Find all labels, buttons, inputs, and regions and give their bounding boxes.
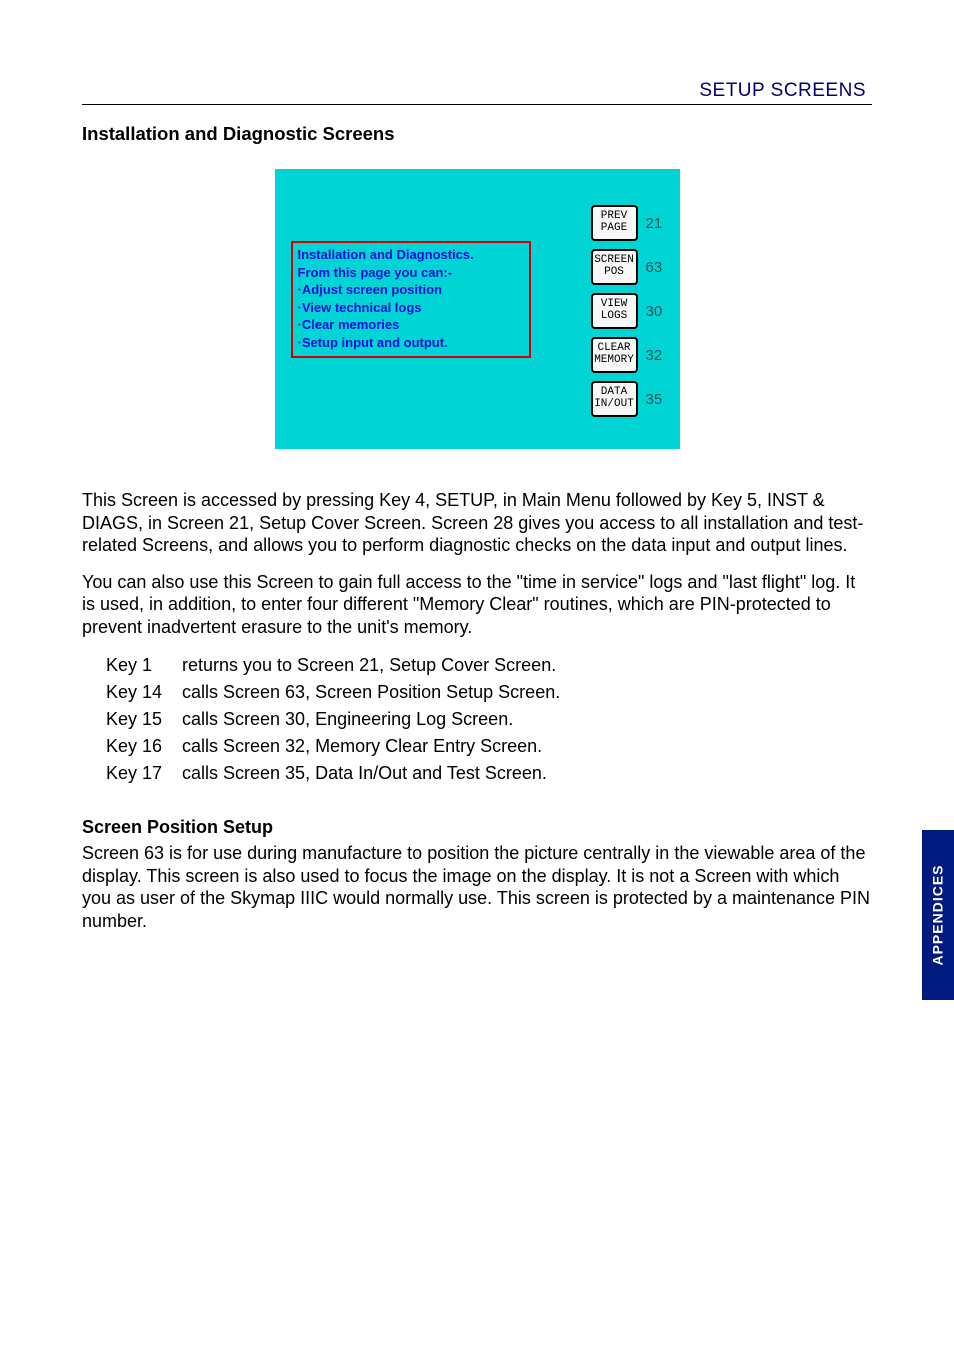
device-frame: Installation and Diagnostics. From this … bbox=[275, 169, 680, 449]
soft-button-column: PREV PAGE 21 SCREEN POS 63 VIEW LOGS bbox=[591, 205, 668, 417]
key-row: Key 1 returns you to Screen 21, Setup Co… bbox=[106, 652, 872, 679]
info-line: ·Adjust screen position bbox=[298, 281, 524, 299]
screen-number: 35 bbox=[646, 391, 668, 408]
section-heading: Installation and Diagnostic Screens bbox=[82, 123, 872, 145]
key-desc: calls Screen 32, Memory Clear Entry Scre… bbox=[182, 733, 542, 760]
soft-button-row: DATA IN/OUT 35 bbox=[591, 381, 668, 417]
key-label: Key 14 bbox=[106, 679, 172, 706]
side-tab-label: APPENDICES bbox=[930, 864, 946, 965]
sub-heading: Screen Position Setup bbox=[82, 817, 872, 838]
soft-button-row: SCREEN POS 63 bbox=[591, 249, 668, 285]
info-line: ·View technical logs bbox=[298, 299, 524, 317]
button-label-line: POS bbox=[604, 267, 624, 279]
view-logs-button[interactable]: VIEW LOGS bbox=[591, 293, 638, 329]
info-line: From this page you can:- bbox=[298, 264, 524, 282]
screen-pos-button[interactable]: SCREEN POS bbox=[591, 249, 638, 285]
body-paragraph: This Screen is accessed by pressing Key … bbox=[82, 489, 872, 557]
body-paragraph: Screen 63 is for use during manufacture … bbox=[82, 842, 872, 932]
screen-number: 21 bbox=[646, 215, 668, 232]
info-line: ·Clear memories bbox=[298, 316, 524, 334]
button-label-line: IN/OUT bbox=[594, 399, 634, 411]
key-label: Key 17 bbox=[106, 760, 172, 787]
screen-number: 32 bbox=[646, 347, 668, 364]
key-row: Key 16 calls Screen 32, Memory Clear Ent… bbox=[106, 733, 872, 760]
header-rule bbox=[82, 104, 872, 105]
soft-button-row: CLEAR MEMORY 32 bbox=[591, 337, 668, 373]
info-line: Installation and Diagnostics. bbox=[298, 246, 524, 264]
key-row: Key 15 calls Screen 30, Engineering Log … bbox=[106, 706, 872, 733]
prev-page-button[interactable]: PREV PAGE bbox=[591, 205, 638, 241]
screen-number: 63 bbox=[646, 259, 668, 276]
button-label-line: PAGE bbox=[601, 223, 627, 235]
key-label: Key 16 bbox=[106, 733, 172, 760]
button-label-line: LOGS bbox=[601, 311, 627, 323]
info-box: Installation and Diagnostics. From this … bbox=[291, 241, 531, 358]
key-desc: returns you to Screen 21, Setup Cover Sc… bbox=[182, 652, 556, 679]
key-list: Key 1 returns you to Screen 21, Setup Co… bbox=[106, 652, 872, 787]
key-label: Key 1 bbox=[106, 652, 172, 679]
key-row: Key 17 calls Screen 35, Data In/Out and … bbox=[106, 760, 872, 787]
button-label-line: MEMORY bbox=[594, 355, 634, 367]
info-line: ·Setup input and output. bbox=[298, 334, 524, 352]
key-label: Key 15 bbox=[106, 706, 172, 733]
screen-number: 30 bbox=[646, 303, 668, 320]
key-desc: calls Screen 35, Data In/Out and Test Sc… bbox=[182, 760, 547, 787]
data-in-out-button[interactable]: DATA IN/OUT bbox=[591, 381, 638, 417]
clear-memory-button[interactable]: CLEAR MEMORY bbox=[591, 337, 638, 373]
body-paragraph: You can also use this Screen to gain ful… bbox=[82, 571, 872, 639]
key-desc: calls Screen 30, Engineering Log Screen. bbox=[182, 706, 513, 733]
key-desc: calls Screen 63, Screen Position Setup S… bbox=[182, 679, 560, 706]
key-row: Key 14 calls Screen 63, Screen Position … bbox=[106, 679, 872, 706]
device-screenshot: Installation and Diagnostics. From this … bbox=[275, 169, 680, 449]
appendices-side-tab: APPENDICES bbox=[922, 830, 954, 1000]
page-header-right: SETUP SCREENS bbox=[82, 80, 872, 102]
soft-button-row: VIEW LOGS 30 bbox=[591, 293, 668, 329]
soft-button-row: PREV PAGE 21 bbox=[591, 205, 668, 241]
